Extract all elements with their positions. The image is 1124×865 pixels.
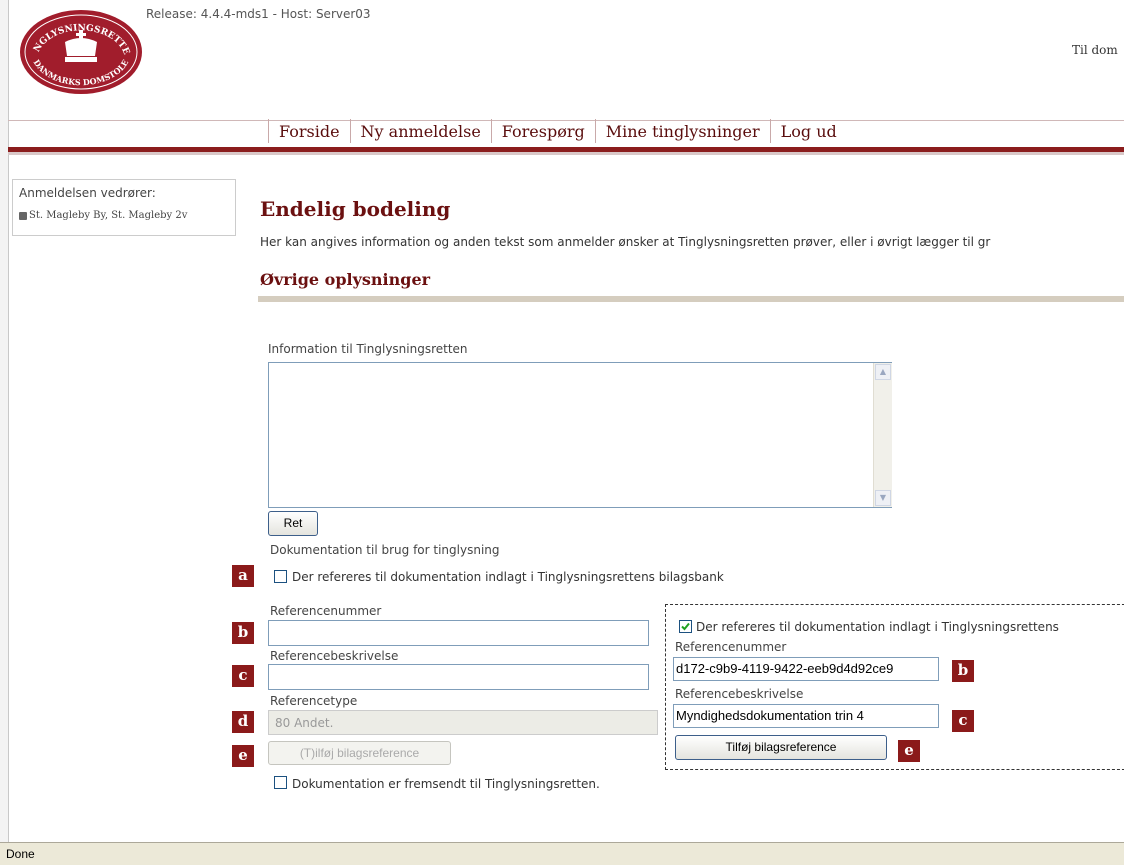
nav-separator xyxy=(769,119,771,143)
sidebar-box: Anmeldelsen vedrører: St. Magleby By, St… xyxy=(12,179,236,236)
nav-ny-anmeldelse[interactable]: Ny anmeldelse xyxy=(361,122,481,141)
bilagsbank-checkbox-label: Der refereres til dokumentation indlagt … xyxy=(292,570,724,584)
callout-checkbox-label: Der refereres til dokumentation indlagt … xyxy=(696,620,1059,634)
sidebar-property-label: St. Magleby By, St. Magleby 2v xyxy=(29,210,188,221)
scroll-down-icon[interactable]: ▼ xyxy=(875,490,891,506)
marker-b: b xyxy=(232,622,254,644)
main-nav: Forside Ny anmeldelse Forespørg Mine tin… xyxy=(258,117,837,145)
page-title: Endelig bodeling xyxy=(260,197,451,221)
nav-mine-tinglysninger[interactable]: Mine tinglysninger xyxy=(606,122,760,141)
info-label: Information til Tinglysningsretten xyxy=(268,342,468,356)
ref-number-label: Referencenummer xyxy=(270,604,382,618)
property-icon xyxy=(19,211,27,220)
intro-text: Her kan angives information og anden tek… xyxy=(260,235,991,249)
sent-checkbox[interactable] xyxy=(274,776,287,789)
status-text: Done xyxy=(6,847,35,861)
section-title: Øvrige oplysninger xyxy=(260,270,431,289)
callout-marker-c: c xyxy=(952,710,974,732)
callout-ref-number-label: Referencenummer xyxy=(675,640,787,654)
section-divider xyxy=(258,296,1124,302)
ref-number-input[interactable] xyxy=(268,620,649,646)
ref-type-select[interactable]: 80 Andet. xyxy=(268,710,658,735)
ref-desc-label: Referencebeskrivelse xyxy=(270,649,399,663)
bilagsbank-checkbox[interactable] xyxy=(274,570,287,583)
nav-separator xyxy=(594,119,596,143)
callout-ref-desc-label: Referencebeskrivelse xyxy=(675,687,804,701)
marker-a: a xyxy=(232,565,254,587)
marker-d: d xyxy=(232,711,254,733)
nav-log-ud[interactable]: Log ud xyxy=(781,122,837,141)
window-left-edge xyxy=(0,0,9,842)
sidebar-property[interactable]: St. Magleby By, St. Magleby 2v xyxy=(19,210,187,221)
callout-ref-number-input[interactable]: d172-c9b9-4119-9422-eeb9d4d92ce9 xyxy=(673,657,939,681)
callout-marker-b: b xyxy=(952,660,974,682)
ret-button[interactable]: Ret xyxy=(268,511,318,536)
callout-add-reference-button[interactable]: Tilføj bilagsreference xyxy=(675,735,887,760)
nav-separator xyxy=(349,119,351,143)
ref-desc-input[interactable] xyxy=(268,664,649,690)
nav-foresporg[interactable]: Forespørg xyxy=(502,122,585,141)
domstol-link[interactable]: Til dom xyxy=(1072,43,1118,57)
add-reference-button-disabled[interactable]: (T)ilføj bilagsreference xyxy=(268,741,451,765)
doc-label: Dokumentation til brug for tinglysning xyxy=(270,543,500,557)
check-icon xyxy=(681,622,690,631)
callout-ref-desc-input[interactable]: Myndighedsdokumentation trin 4 xyxy=(673,704,939,728)
sent-checkbox-label: Dokumentation er fremsendt til Tinglysni… xyxy=(292,777,600,791)
release-info: Release: 4.4.4-mds1 - Host: Server03 xyxy=(146,7,371,21)
marker-e: e xyxy=(232,745,254,767)
callout-marker-e: e xyxy=(898,740,920,762)
info-textarea[interactable] xyxy=(268,362,892,508)
nav-separator xyxy=(490,119,492,143)
ref-type-label: Referencetype xyxy=(270,694,358,708)
textarea-scrollbar[interactable]: ▲ ▼ xyxy=(873,363,892,507)
court-logo[interactable]: TINGLYSNINGSRETTEN DANMARKS DOMSTOLE xyxy=(14,1,144,96)
callout-checkbox[interactable] xyxy=(679,620,692,633)
nav-separator xyxy=(268,119,269,143)
marker-c: c xyxy=(232,665,254,687)
sidebar-title: Anmeldelsen vedrører: xyxy=(19,186,156,200)
nav-forside[interactable]: Forside xyxy=(279,122,340,141)
nav-bar-light xyxy=(8,152,1124,155)
status-bar: Done xyxy=(0,842,1124,865)
scroll-up-icon[interactable]: ▲ xyxy=(875,364,891,380)
